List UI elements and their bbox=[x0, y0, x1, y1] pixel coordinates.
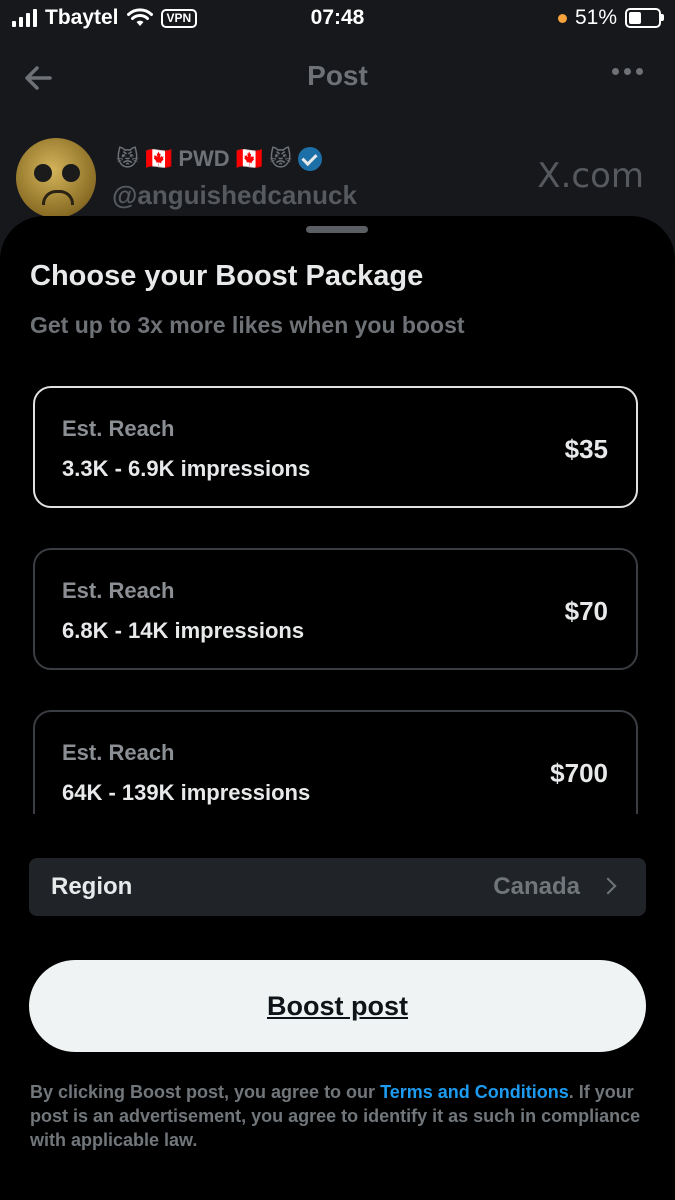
sheet-subtitle: Get up to 3x more likes when you boost bbox=[30, 312, 465, 338]
package-label: Est. Reach bbox=[62, 578, 175, 603]
status-bar: Tbaytel VPN 07:48 51% bbox=[0, 0, 675, 40]
package-reach: 3.3K - 6.9K impressions bbox=[62, 456, 311, 481]
legal-disclaimer: By clicking Boost post, you agree to our… bbox=[30, 1080, 650, 1152]
boost-sheet: Choose your Boost Package Get up to 3x m… bbox=[0, 216, 675, 1200]
package-label: Est. Reach bbox=[62, 416, 175, 441]
sheet-title: Choose your Boost Package bbox=[30, 260, 424, 292]
package-reach: 64K - 139K impressions bbox=[62, 780, 311, 805]
package-price: $70 bbox=[564, 596, 608, 626]
post-author: 😾 🇨🇦 PWD 🇨🇦 😾 @anguishedcanuck X.com bbox=[16, 138, 666, 218]
package-option-35[interactable]: Est. Reach 3.3K - 6.9K impressions $35 bbox=[33, 386, 638, 508]
post-header: Post bbox=[0, 50, 675, 104]
region-label: Region bbox=[51, 873, 133, 900]
legal-text-before: By clicking Boost post, you agree to our bbox=[30, 1082, 381, 1102]
canada-flag-icon: 🇨🇦 bbox=[235, 146, 264, 171]
boost-post-button[interactable]: Boost post bbox=[29, 960, 646, 1052]
package-price: $35 bbox=[564, 434, 608, 464]
avatar[interactable] bbox=[16, 138, 96, 218]
author-display-name: PWD bbox=[178, 146, 230, 171]
status-right: 51% bbox=[557, 6, 664, 30]
region-selector[interactable]: Region Canada bbox=[29, 858, 646, 916]
terms-link[interactable]: Terms and Conditions bbox=[380, 1082, 569, 1102]
battery-fill bbox=[629, 12, 641, 24]
verified-badge-icon bbox=[298, 147, 323, 171]
package-price: $700 bbox=[550, 758, 608, 788]
package-list[interactable]: Est. Reach 3.3K - 6.9K impressions $35 E… bbox=[0, 382, 675, 814]
page-title: Post bbox=[307, 60, 368, 91]
sheet-grabber[interactable] bbox=[306, 226, 368, 233]
battery-percent: 51% bbox=[574, 6, 617, 29]
site-watermark: X.com bbox=[537, 156, 644, 196]
package-option-70[interactable]: Est. Reach 6.8K - 14K impressions $70 bbox=[33, 548, 638, 670]
pouting-cat-emoji-icon: 😾 bbox=[116, 146, 139, 171]
chevron-right-icon bbox=[599, 877, 617, 895]
more-horizontal-icon[interactable] bbox=[612, 68, 643, 75]
package-option-700[interactable]: Est. Reach 64K - 139K impressions $700 bbox=[33, 710, 638, 814]
battery-icon bbox=[625, 8, 664, 28]
package-reach: 6.8K - 14K impressions bbox=[62, 618, 305, 643]
author-name-row: 😾 🇨🇦 PWD 🇨🇦 😾 bbox=[116, 146, 323, 172]
pouting-cat-emoji-icon: 😾 bbox=[269, 146, 293, 171]
privacy-indicator-dot bbox=[557, 13, 567, 23]
author-handle: @anguishedcanuck bbox=[112, 180, 357, 210]
canada-flag-icon: 🇨🇦 bbox=[144, 146, 173, 171]
package-label: Est. Reach bbox=[62, 740, 175, 765]
region-value: Canada bbox=[493, 873, 580, 900]
boost-post-label: Boost post bbox=[267, 990, 408, 1021]
